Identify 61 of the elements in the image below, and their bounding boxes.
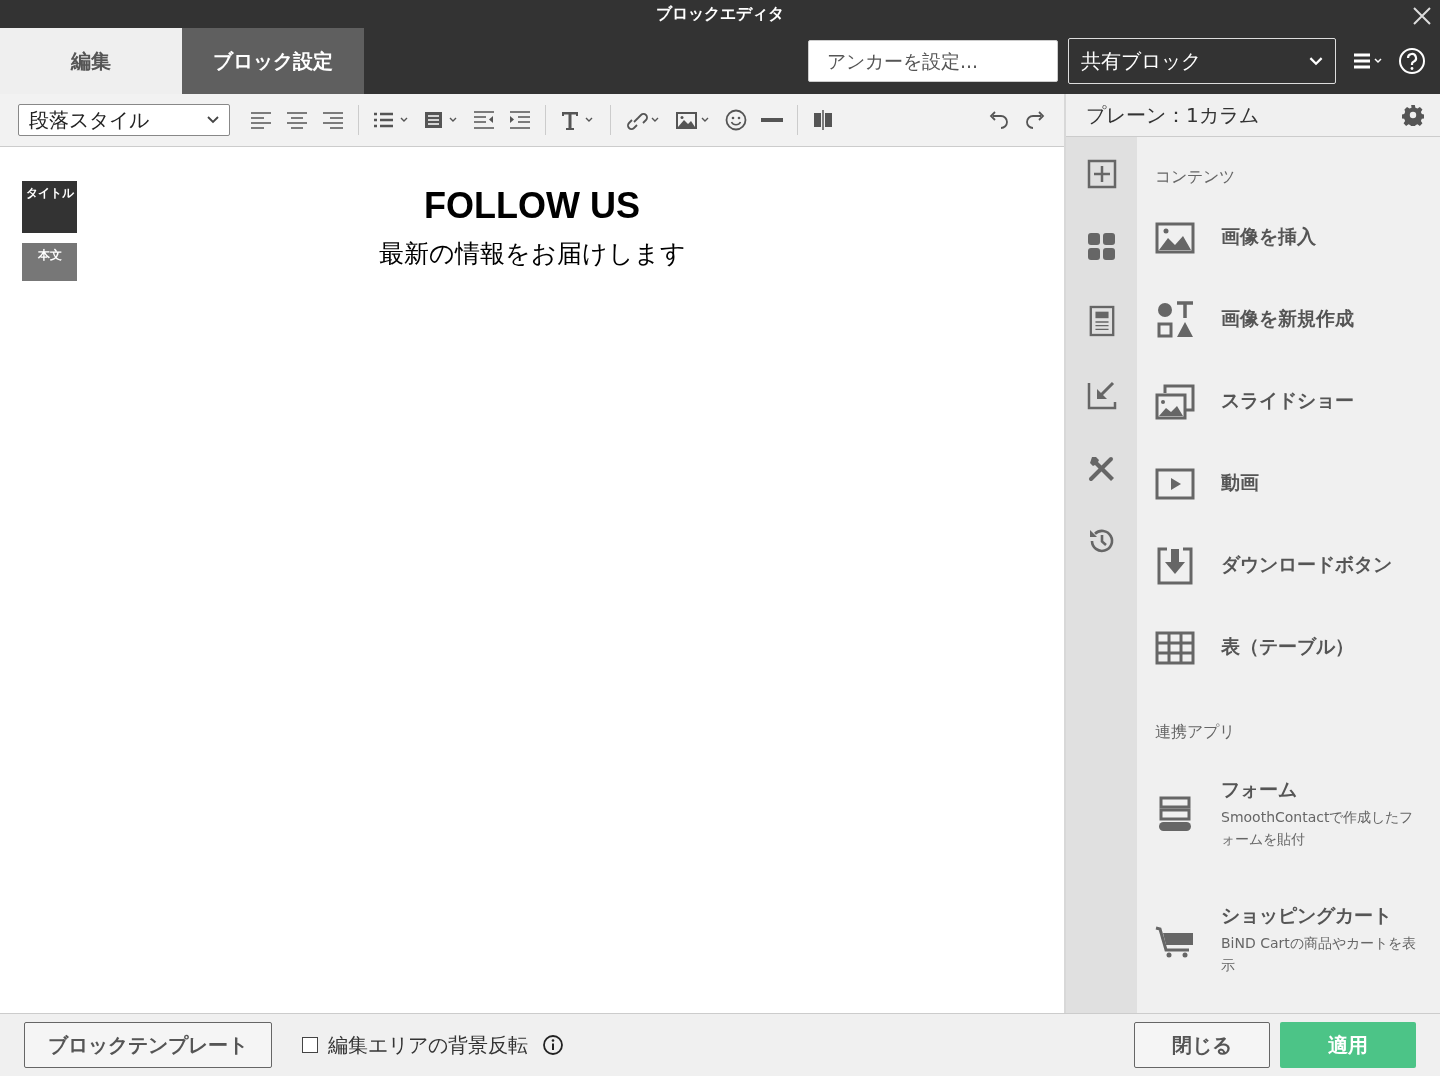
- align-center-icon[interactable]: [286, 110, 308, 130]
- tab[interactable]: ブロック設定: [182, 28, 364, 94]
- help-icon[interactable]: [1398, 47, 1426, 75]
- window-title: ブロックエディタ: [656, 3, 784, 25]
- bullet-list-icon[interactable]: [373, 110, 409, 130]
- align-right-icon[interactable]: [322, 110, 344, 130]
- close-icon[interactable]: [1412, 6, 1432, 26]
- block-type-item[interactable]: フォーム SmoothContactで作成したフォームを貼付: [1155, 761, 1440, 887]
- block-type-label: スライドショー: [1221, 388, 1354, 413]
- emoji-icon[interactable]: [725, 109, 747, 131]
- block-type-label: 表（テーブル）: [1221, 634, 1354, 659]
- style-marker-tag: 本文: [22, 243, 77, 281]
- body-text: 最新の情報をお届けします: [377, 238, 687, 270]
- block-format-icon[interactable]: [423, 110, 459, 130]
- style-marker-tag: タイトル: [22, 181, 77, 233]
- download-icon: [1155, 546, 1195, 586]
- columns-icon[interactable]: [812, 109, 834, 131]
- info-icon[interactable]: [542, 1034, 564, 1056]
- block-type-label: 動画: [1221, 470, 1259, 495]
- outdent-icon[interactable]: [473, 110, 495, 130]
- block-type-label: 画像を新規作成: [1221, 306, 1354, 331]
- heading-text: FOLLOW US: [423, 185, 641, 227]
- block-type-item[interactable]: スライドショー: [1155, 370, 1440, 452]
- menu-icon[interactable]: [1352, 51, 1384, 71]
- settings-icon[interactable]: [1402, 104, 1424, 126]
- block-type-item[interactable]: 動画: [1155, 452, 1440, 534]
- close-button[interactable]: 閉じる: [1134, 1022, 1270, 1068]
- slides-icon: [1155, 382, 1195, 422]
- block-type-item[interactable]: 画像を新規作成: [1155, 288, 1440, 370]
- grid-icon[interactable]: [1086, 232, 1117, 262]
- add-block-icon[interactable]: [1086, 159, 1117, 189]
- block-type-description: SmoothContactで作成したフォームを貼付: [1221, 808, 1415, 849]
- anchor-input-field[interactable]: アンカーを設定...: [808, 40, 1058, 82]
- indent-icon[interactable]: [509, 110, 531, 130]
- block-type-item[interactable]: 表（テーブル）: [1155, 616, 1440, 698]
- block-type-item[interactable]: 画像を挿入: [1155, 206, 1440, 288]
- block-template-button[interactable]: ブロックテンプレート: [24, 1022, 272, 1068]
- block-type-label: 画像を挿入: [1221, 224, 1316, 249]
- image-icon[interactable]: [675, 109, 711, 131]
- block-type-label: フォーム: [1221, 777, 1298, 803]
- import-icon[interactable]: [1086, 380, 1117, 410]
- paragraph-style-dropdown[interactable]: 段落スタイル: [18, 104, 230, 136]
- checkbox-label: 編集エリアの背景反転: [328, 1031, 528, 1059]
- tab[interactable]: 編集: [0, 28, 182, 94]
- undo-icon[interactable]: [988, 110, 1010, 130]
- block-type-label: ショッピングカート: [1221, 903, 1393, 929]
- block-type-item[interactable]: ダウンロードボタン: [1155, 534, 1440, 616]
- block-type-item[interactable]: ショッピングカート BiND Cartの商品やカートを表示: [1155, 887, 1440, 1013]
- checkbox[interactable]: [302, 1037, 318, 1053]
- block-type-description: BiND Cartの商品やカートを表示: [1221, 934, 1417, 975]
- block-type-label: ダウンロードボタン: [1221, 552, 1392, 577]
- chevron-down-icon: [207, 116, 219, 124]
- shared-block-dropdown[interactable]: 共有ブロック: [1068, 38, 1336, 84]
- document-icon[interactable]: [1087, 305, 1116, 337]
- chevron-down-icon: [1309, 56, 1323, 66]
- section-heading: 連携アプリ: [1155, 722, 1236, 743]
- shapes-icon: [1155, 300, 1195, 340]
- align-left-icon[interactable]: [250, 110, 272, 130]
- redo-icon[interactable]: [1024, 110, 1046, 130]
- layout-title: プレーン：1カラム: [1086, 101, 1259, 129]
- section-heading: コンテンツ: [1155, 167, 1236, 188]
